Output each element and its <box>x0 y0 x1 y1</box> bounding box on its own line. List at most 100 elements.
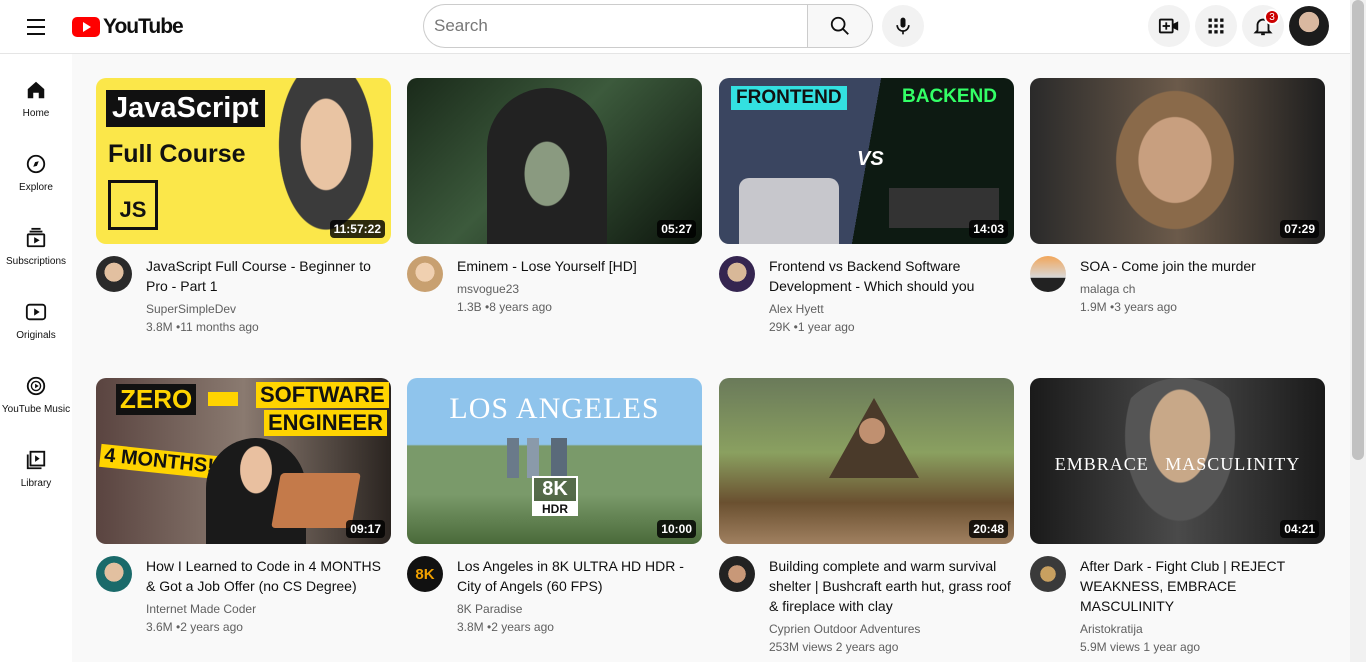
video-card: JavaScript Full Course JS 11:57:22 JavaS… <box>96 78 391 356</box>
video-duration: 11:57:22 <box>329 220 385 238</box>
user-avatar[interactable] <box>1289 6 1329 46</box>
video-thumbnail[interactable]: 07:29 <box>1030 78 1325 244</box>
sidebar-item-originals[interactable]: Originals <box>0 276 72 350</box>
channel-name[interactable]: malaga ch <box>1080 282 1135 296</box>
video-stats: 3.6M •2 years ago <box>146 620 243 634</box>
channel-name[interactable]: msvogue23 <box>457 282 519 296</box>
channel-avatar[interactable]: 8K <box>407 556 443 592</box>
skyline-image <box>507 438 587 478</box>
notification-badge: 3 <box>1264 9 1280 25</box>
thumbnail-engineer-text: ENGINEER <box>264 410 387 436</box>
video-duration: 09:17 <box>346 520 385 538</box>
video-duration: 20:48 <box>969 520 1008 538</box>
arrow-right-icon <box>208 392 238 406</box>
channel-avatar[interactable] <box>1030 256 1066 292</box>
sidebar-item-subscriptions[interactable]: Subscriptions <box>0 202 72 276</box>
video-meta: Building complete and warm survival shel… <box>719 556 1014 656</box>
sidebar-item-youtube-music[interactable]: YouTube Music <box>0 350 72 424</box>
video-duration: 14:03 <box>969 220 1008 238</box>
channel-name[interactable]: Internet Made Coder <box>146 602 256 616</box>
video-title[interactable]: Los Angeles in 8K ULTRA HD HDR - City of… <box>457 556 702 596</box>
video-stats: 1.9M •3 years ago <box>1080 300 1177 314</box>
video-title[interactable]: Eminem - Lose Yourself [HD] <box>457 256 702 276</box>
thumbnail-frontend-text: FRONTEND <box>731 86 847 110</box>
thumbnail-subtitle-text: Full Course <box>108 140 246 168</box>
video-card: FRONTEND BACKEND VS 14:03 Frontend vs Ba… <box>719 78 1014 356</box>
sidebar-item-explore[interactable]: Explore <box>0 128 72 202</box>
hamburger-line <box>27 33 45 35</box>
search-button[interactable] <box>807 4 873 48</box>
page-scrollbar[interactable] <box>1350 0 1366 662</box>
channel-avatar[interactable] <box>96 256 132 292</box>
sidebar-item-label: Home <box>22 108 50 119</box>
thumbnail-months-text: 4 MONTHS! <box>99 443 219 480</box>
video-thumbnail[interactable]: 20:48 <box>719 378 1014 544</box>
video-thumbnail[interactable]: JavaScript Full Course JS 11:57:22 <box>96 78 391 244</box>
video-card: ZERO SOFTWARE ENGINEER 4 MONTHS! 09:17 H… <box>96 378 391 656</box>
video-thumbnail[interactable]: 05:27 <box>407 78 702 244</box>
channel-name[interactable]: 8K Paradise <box>457 602 522 616</box>
thumbnail-title-text: JavaScript <box>106 90 265 127</box>
thumbnail-zero-text: ZERO <box>116 384 197 415</box>
video-meta: Frontend vs Backend Software Development… <box>719 256 1014 356</box>
video-stats: 5.9M views 1 year ago <box>1080 640 1201 654</box>
channel-avatar[interactable] <box>719 556 755 592</box>
video-title[interactable]: How I Learned to Code in 4 MONTHS & Got … <box>146 556 391 596</box>
hamburger-icon <box>27 19 45 21</box>
apps-grid-icon <box>1208 18 1224 34</box>
video-card: LOS ANGELES 8K HDR 10:00 8K Los Angeles … <box>407 378 702 656</box>
menu-button[interactable] <box>18 9 54 45</box>
video-card: EMBRACE MASCULINITY 04:21 After Dark - F… <box>1030 378 1325 656</box>
thumbnail-8k-text: 8K <box>532 476 578 503</box>
sidebar-item-home[interactable]: Home <box>0 54 72 128</box>
search-icon <box>830 16 849 35</box>
video-title[interactable]: After Dark - Fight Club | REJECT WEAKNES… <box>1080 556 1325 616</box>
video-meta: Eminem - Lose Yourself [HD] msvogue23 1.… <box>407 256 702 356</box>
channel-avatar[interactable] <box>1030 556 1066 592</box>
video-duration: 05:27 <box>657 220 696 238</box>
channel-avatar[interactable] <box>96 556 132 592</box>
thumbnail-city-text: LOS ANGELES <box>449 392 660 425</box>
video-card: 07:29 SOA - Come join the murder malaga … <box>1030 78 1325 356</box>
top-header: YouTube 3 <box>0 0 1350 54</box>
sidebar-item-label: Library <box>20 478 52 489</box>
video-thumbnail[interactable]: EMBRACE MASCULINITY 04:21 <box>1030 378 1325 544</box>
video-thumbnail[interactable]: LOS ANGELES 8K HDR 10:00 <box>407 378 702 544</box>
laptop-image <box>739 178 839 244</box>
video-duration: 10:00 <box>657 520 696 538</box>
channel-name[interactable]: Cyprien Outdoor Adventures <box>769 622 920 636</box>
video-title[interactable]: Frontend vs Backend Software Development… <box>769 256 1014 296</box>
video-meta: JavaScript Full Course - Beginner to Pro… <box>96 256 391 356</box>
video-thumbnail[interactable]: ZERO SOFTWARE ENGINEER 4 MONTHS! 09:17 <box>96 378 391 544</box>
search-input[interactable] <box>424 5 808 47</box>
sidebar-item-label: YouTube Music <box>1 404 71 415</box>
voice-search-button[interactable] <box>882 5 924 47</box>
video-card: 05:27 Eminem - Lose Yourself [HD] msvogu… <box>407 78 702 356</box>
scrollbar-thumb[interactable] <box>1352 0 1364 460</box>
notifications-button[interactable]: 3 <box>1242 5 1284 47</box>
thumbnail-embrace-text: EMBRACE MASCULINITY <box>1054 454 1301 474</box>
video-card: 20:48 Building complete and warm surviva… <box>719 378 1014 656</box>
channel-name[interactable]: SuperSimpleDev <box>146 302 236 316</box>
video-title[interactable]: SOA - Come join the murder <box>1080 256 1325 276</box>
thumbnail-hdr-text: HDR <box>532 502 578 516</box>
create-button[interactable] <box>1148 5 1190 47</box>
apps-button[interactable] <box>1195 5 1237 47</box>
channel-name[interactable]: Aristokratija <box>1080 622 1143 636</box>
channel-avatar[interactable] <box>719 256 755 292</box>
js-logo-text: JS <box>108 180 158 230</box>
video-thumbnail[interactable]: FRONTEND BACKEND VS 14:03 <box>719 78 1014 244</box>
video-title[interactable]: JavaScript Full Course - Beginner to Pro… <box>146 256 391 296</box>
library-icon <box>24 448 48 472</box>
channel-name[interactable]: Alex Hyett <box>769 302 824 316</box>
music-icon <box>24 374 48 398</box>
play-logo-icon <box>72 17 100 37</box>
sidebar-item-library[interactable]: Library <box>0 424 72 498</box>
logo-text: YouTube <box>103 15 184 38</box>
video-title[interactable]: Building complete and warm survival shel… <box>769 556 1014 616</box>
subscriptions-icon <box>24 226 48 250</box>
channel-avatar-logo: 8K <box>415 565 435 583</box>
channel-avatar[interactable] <box>407 256 443 292</box>
youtube-logo[interactable]: YouTube <box>72 15 184 39</box>
originals-icon <box>24 300 48 324</box>
